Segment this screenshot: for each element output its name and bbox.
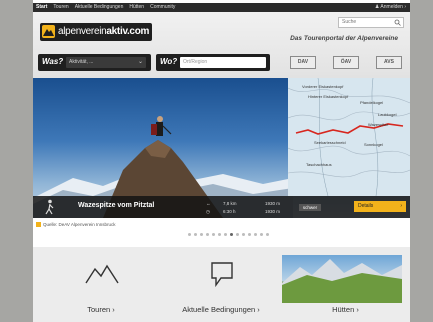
page-frame: Start Touren Aktuelle Bedingungen Hütten…	[33, 0, 410, 322]
slider-pagination	[188, 233, 269, 236]
slider-dot[interactable]	[194, 233, 197, 236]
slider-dot[interactable]	[236, 233, 239, 236]
wo-label: Wo?	[160, 57, 178, 66]
site-header: alpenvereinaktiv.com Suche Das Tourenpor…	[33, 12, 410, 78]
location-filter: Wo? Ort/Region	[156, 54, 270, 71]
logo-mark-icon	[42, 25, 55, 38]
slider-dot[interactable]	[260, 233, 263, 236]
tile-bedingungen-label: Aktuelle Bedingungen ›	[182, 305, 260, 314]
nav-huetten[interactable]: Hütten	[129, 3, 144, 12]
partner-oeav-logo[interactable]: ÖAV	[333, 56, 359, 69]
was-label: Was?	[42, 57, 64, 66]
partner-dav-logo[interactable]: DAV	[290, 56, 316, 69]
mountain-icon	[85, 264, 119, 284]
map-label: Pfandelkogel	[360, 100, 384, 105]
activity-value: Aktivität, ...	[69, 59, 94, 65]
speech-bubble-icon	[211, 262, 233, 288]
tour-distance: 7,8 km	[223, 201, 237, 206]
search-icon[interactable]	[394, 19, 401, 26]
search-placeholder: Suche	[342, 19, 357, 25]
logo-text: alpenvereinaktiv.com	[58, 26, 150, 37]
login-label: Anmelden	[380, 4, 403, 10]
difficulty-badge: schwer	[299, 204, 321, 211]
tile-huetten-label: Hütten ›	[332, 305, 359, 314]
search-input[interactable]: Suche	[338, 17, 404, 28]
nav-community[interactable]: Community	[150, 3, 175, 12]
slider-dot[interactable]	[212, 233, 215, 236]
slider-dot[interactable]	[200, 233, 203, 236]
chevron-right-icon: ›	[404, 4, 406, 10]
slider-dot[interactable]	[188, 233, 191, 236]
activity-select[interactable]: Aktivität, ... ⌄	[66, 57, 146, 68]
partner-logos: DAV ÖAV AVS	[290, 56, 402, 69]
location-input[interactable]: Ort/Region	[180, 57, 266, 68]
slider-dot[interactable]	[224, 233, 227, 236]
source-text: Quelle: DeAV Alpenverein Innsbruck	[43, 222, 116, 227]
distance-icon: ↔	[206, 201, 211, 206]
tile-touren-label: Touren ›	[87, 305, 115, 314]
slider-dot[interactable]	[206, 233, 209, 236]
map-label: Laubkogel	[378, 112, 397, 117]
tour-duration: 6:30 h	[223, 209, 236, 214]
tile-bedingungen[interactable]: Aktuelle Bedingungen ›	[161, 247, 281, 322]
chevron-down-icon: ⌄	[137, 59, 143, 65]
details-label: Details	[358, 203, 374, 209]
slider-dot[interactable]	[248, 233, 251, 236]
tour-search-bar: Was? Aktivität, ... ⌄ Wo? Ort/Region	[38, 54, 271, 71]
login-link[interactable]: ♟ Anmelden ›	[375, 3, 406, 12]
map-label: Wazespitze	[368, 122, 389, 127]
map-label: Hinterer Eiskastenkopf	[308, 94, 349, 99]
category-tiles: Touren › Aktuelle Bedingungen › Hütten ›	[33, 247, 410, 322]
top-navigation: Start Touren Aktuelle Bedingungen Hütten…	[33, 3, 410, 12]
slider-dot[interactable]	[254, 233, 257, 236]
clock-icon: ◷	[206, 209, 210, 214]
map-label: Vorderer Eiskastenkopf	[302, 84, 344, 89]
tour-title[interactable]: Wazespitze vom Pitztal	[78, 202, 154, 209]
tour-descent: 1930 m	[265, 209, 281, 214]
tile-touren[interactable]: Touren ›	[41, 247, 161, 322]
photo-source: Quelle: DeAV Alpenverein Innsbruck	[36, 222, 116, 228]
tour-caption: Wazespitze vom Pitztal ↔ 7,8 km ◷ 6:30 h…	[33, 196, 410, 218]
hero-slider[interactable]: Vorderer Eiskastenkopf Hinterer Eiskaste…	[33, 78, 410, 218]
location-placeholder: Ort/Region	[183, 59, 208, 65]
chevron-right-icon: ›	[400, 203, 402, 209]
source-icon	[36, 222, 41, 228]
tagline: Das Tourenportal der Alpenvereine	[290, 35, 398, 42]
nav-touren[interactable]: Touren	[53, 3, 68, 12]
user-icon: ♟	[374, 4, 380, 10]
nav-bedingungen[interactable]: Aktuelle Bedingungen	[75, 3, 124, 12]
site-logo[interactable]: alpenvereinaktiv.com	[40, 23, 152, 41]
map-label: Sonnkogel	[364, 142, 383, 147]
slider-dot[interactable]	[266, 233, 269, 236]
slider-dot-active[interactable]	[230, 233, 233, 236]
slider-dot[interactable]	[242, 233, 245, 236]
partner-avs-logo[interactable]: AVS	[376, 56, 402, 69]
map-label: Taschachhaus	[306, 162, 332, 167]
huts-photo	[282, 255, 402, 303]
route-map[interactable]: Vorderer Eiskastenkopf Hinterer Eiskaste…	[288, 78, 410, 196]
slider-dot[interactable]	[218, 233, 221, 236]
map-label: Seekarlesschneid	[314, 140, 346, 145]
tour-ascent: 1930 m	[265, 201, 281, 206]
details-button[interactable]: Details ›	[354, 201, 406, 212]
hiker-icon	[45, 199, 54, 215]
nav-start[interactable]: Start	[36, 3, 47, 12]
activity-filter: Was? Aktivität, ... ⌄	[38, 54, 151, 71]
